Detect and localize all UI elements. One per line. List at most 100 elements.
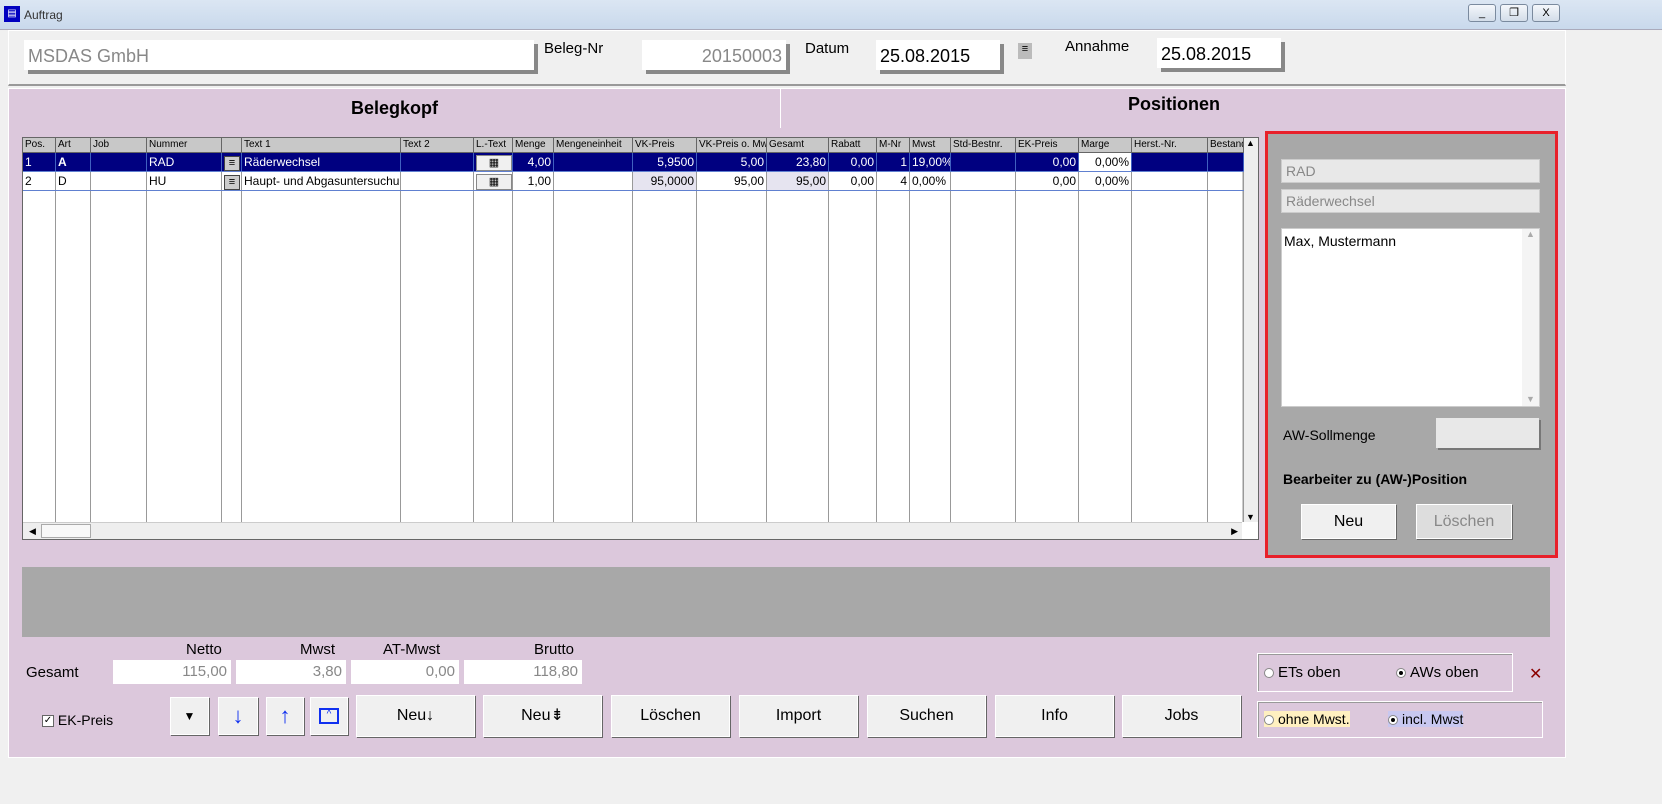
jobs-button[interactable]: Jobs — [1122, 695, 1241, 737]
column-header[interactable]: Std-Bestnr. — [951, 138, 1016, 153]
column-header[interactable]: M-Nr — [877, 138, 910, 153]
column-header[interactable]: Pos. — [23, 138, 56, 153]
column-header[interactable]: VK-Preis o. Mwst — [697, 138, 767, 153]
column-header[interactable]: Bestand — [1208, 138, 1244, 153]
grid-cell[interactable]: 95,00 — [697, 172, 767, 190]
grid-cell[interactable] — [1132, 153, 1208, 171]
grid-cell[interactable]: 5,9500 — [633, 153, 697, 171]
ohne-mwst-radio[interactable]: ohne Mwst. — [1264, 711, 1350, 727]
grid-cell[interactable] — [554, 172, 633, 190]
bearbeiter-list-item[interactable]: Max, Mustermann — [1282, 229, 1539, 253]
grid-cell[interactable] — [91, 172, 147, 190]
datum-field[interactable]: 25.08.2015 — [876, 40, 1000, 70]
horizontal-scrollbar[interactable]: ◀ ▶ — [23, 522, 1242, 539]
grid-cell[interactable]: D — [56, 172, 91, 190]
neu-insert-button[interactable]: Neu⇟ — [483, 695, 602, 737]
restore-button[interactable]: ❐ — [1500, 4, 1528, 22]
tab-positionen[interactable]: Positionen — [782, 85, 1566, 125]
grid-cell[interactable]: RAD — [147, 153, 222, 171]
aw-sollmenge-field[interactable] — [1436, 418, 1539, 448]
annahme-field[interactable]: 25.08.2015 — [1157, 38, 1281, 68]
column-header[interactable]: EK-Preis — [1016, 138, 1079, 153]
column-header[interactable]: Rabatt — [829, 138, 877, 153]
grid-cell[interactable]: 0,00 — [1016, 172, 1079, 190]
grid-cell[interactable]: 1,00 — [513, 172, 554, 190]
grid-cell[interactable] — [1132, 172, 1208, 190]
grid-cell[interactable] — [951, 153, 1016, 171]
vertical-scrollbar[interactable]: ▲ ▼ — [1242, 138, 1258, 522]
list-scrollbar[interactable]: ▲ ▼ — [1522, 229, 1539, 406]
grid-cell[interactable]: 0,00 — [829, 153, 877, 171]
text-lines-icon[interactable]: ≡ — [224, 175, 240, 190]
grid-cell[interactable] — [1208, 172, 1244, 190]
ets-oben-radio[interactable]: ETs oben — [1264, 664, 1341, 681]
column-header[interactable]: VK-Preis — [633, 138, 697, 153]
grid-cell[interactable]: Räderwechsel — [242, 153, 401, 171]
grid-cell[interactable]: ≡ — [222, 172, 242, 190]
positions-grid[interactable]: ▲ ▼ ◀ ▶ Pos. Art Job Nummer Text 1 Text 2 L.-Te… — [22, 137, 1259, 540]
minimize-button[interactable]: _ — [1468, 4, 1496, 22]
grid-cell[interactable]: 23,80 — [767, 153, 829, 171]
bearbeiter-list[interactable]: Max, Mustermann ▲ ▼ — [1281, 228, 1540, 407]
bearbeiter-loeschen-button[interactable]: Löschen — [1416, 504, 1512, 539]
grid-cell[interactable]: 1 — [23, 153, 56, 171]
grid-cell[interactable]: 0,00 — [1016, 153, 1079, 171]
grid-cell[interactable]: 4,00 — [513, 153, 554, 171]
grid-cell[interactable]: 5,00 — [697, 153, 767, 171]
grid-cell[interactable] — [401, 153, 474, 171]
grid-cell[interactable]: 0,00% — [910, 172, 951, 190]
suchen-button[interactable]: Suchen — [867, 695, 986, 737]
grid-cell[interactable]: 1 — [877, 153, 910, 171]
info-button[interactable]: Info — [995, 695, 1114, 737]
grid-cell[interactable]: ▦ — [474, 153, 513, 171]
loeschen-button[interactable]: Löschen — [611, 695, 730, 737]
column-header[interactable]: Gesamt — [767, 138, 829, 153]
grid-cell[interactable]: 0,00% — [1079, 172, 1132, 190]
column-header[interactable]: Art — [56, 138, 91, 153]
neu-down-button[interactable]: Neu↓ — [356, 695, 475, 737]
close-button[interactable]: X — [1532, 4, 1560, 22]
grid-cell[interactable]: A — [56, 153, 91, 171]
dropdown-button[interactable]: ▼ — [170, 697, 209, 735]
close-icon[interactable]: ✕ — [1529, 664, 1542, 684]
grid-cell[interactable]: 95,00 — [767, 172, 829, 190]
bearbeiter-neu-button[interactable]: Neu — [1301, 504, 1396, 539]
grid-cell[interactable]: 2 — [23, 172, 56, 190]
column-header[interactable]: Herst.-Nr. — [1132, 138, 1208, 153]
grid-cell[interactable] — [951, 172, 1016, 190]
long-text-icon[interactable]: ▦ — [476, 174, 512, 190]
customer-field[interactable]: MSDAS GmbH — [24, 40, 534, 70]
column-header[interactable]: Menge — [513, 138, 554, 153]
long-text-icon[interactable]: ▦ — [476, 155, 512, 171]
column-header[interactable]: Text 1 — [242, 138, 401, 153]
grid-cell[interactable]: Haupt- und Abgasuntersuchung — [242, 172, 401, 190]
grid-cell[interactable]: ▦ — [474, 172, 513, 190]
grid-cell[interactable]: 0,00% — [1079, 153, 1132, 171]
move-down-button[interactable]: ↓ — [218, 697, 258, 735]
aws-oben-radio[interactable]: AWs oben — [1396, 664, 1479, 681]
column-header[interactable] — [222, 138, 242, 153]
grid-cell[interactable]: 19,00% — [910, 153, 951, 171]
table-row[interactable] — [23, 190, 1244, 191]
incl-mwst-radio[interactable]: incl. Mwst — [1388, 711, 1464, 727]
grid-cell[interactable] — [554, 153, 633, 171]
grid-cell[interactable]: HU — [147, 172, 222, 190]
ek-preis-checkbox[interactable]: ✓ EK-Preis — [42, 712, 113, 728]
move-up-button[interactable]: ↑ — [266, 697, 304, 735]
column-header[interactable]: Marge — [1079, 138, 1132, 153]
calendar-icon[interactable]: ≡ — [1018, 43, 1032, 59]
column-header[interactable]: Mwst — [910, 138, 951, 153]
import-button[interactable]: Import — [739, 695, 858, 737]
grid-cell[interactable] — [401, 172, 474, 190]
column-header[interactable]: Job — [91, 138, 147, 153]
expand-button[interactable]: ^ — [310, 697, 348, 735]
column-header[interactable]: Text 2 — [401, 138, 474, 153]
tab-belegkopf[interactable]: Belegkopf — [8, 88, 781, 128]
grid-cell[interactable]: ≡ — [222, 153, 242, 171]
column-header[interactable]: Nummer — [147, 138, 222, 153]
column-header[interactable]: L.-Text — [474, 138, 513, 153]
column-header[interactable]: Mengeneinheit — [554, 138, 633, 153]
text-lines-icon[interactable]: ≡ — [224, 156, 240, 171]
grid-cell[interactable]: 0,00 — [829, 172, 877, 190]
grid-cell[interactable]: 95,0000 — [633, 172, 697, 190]
